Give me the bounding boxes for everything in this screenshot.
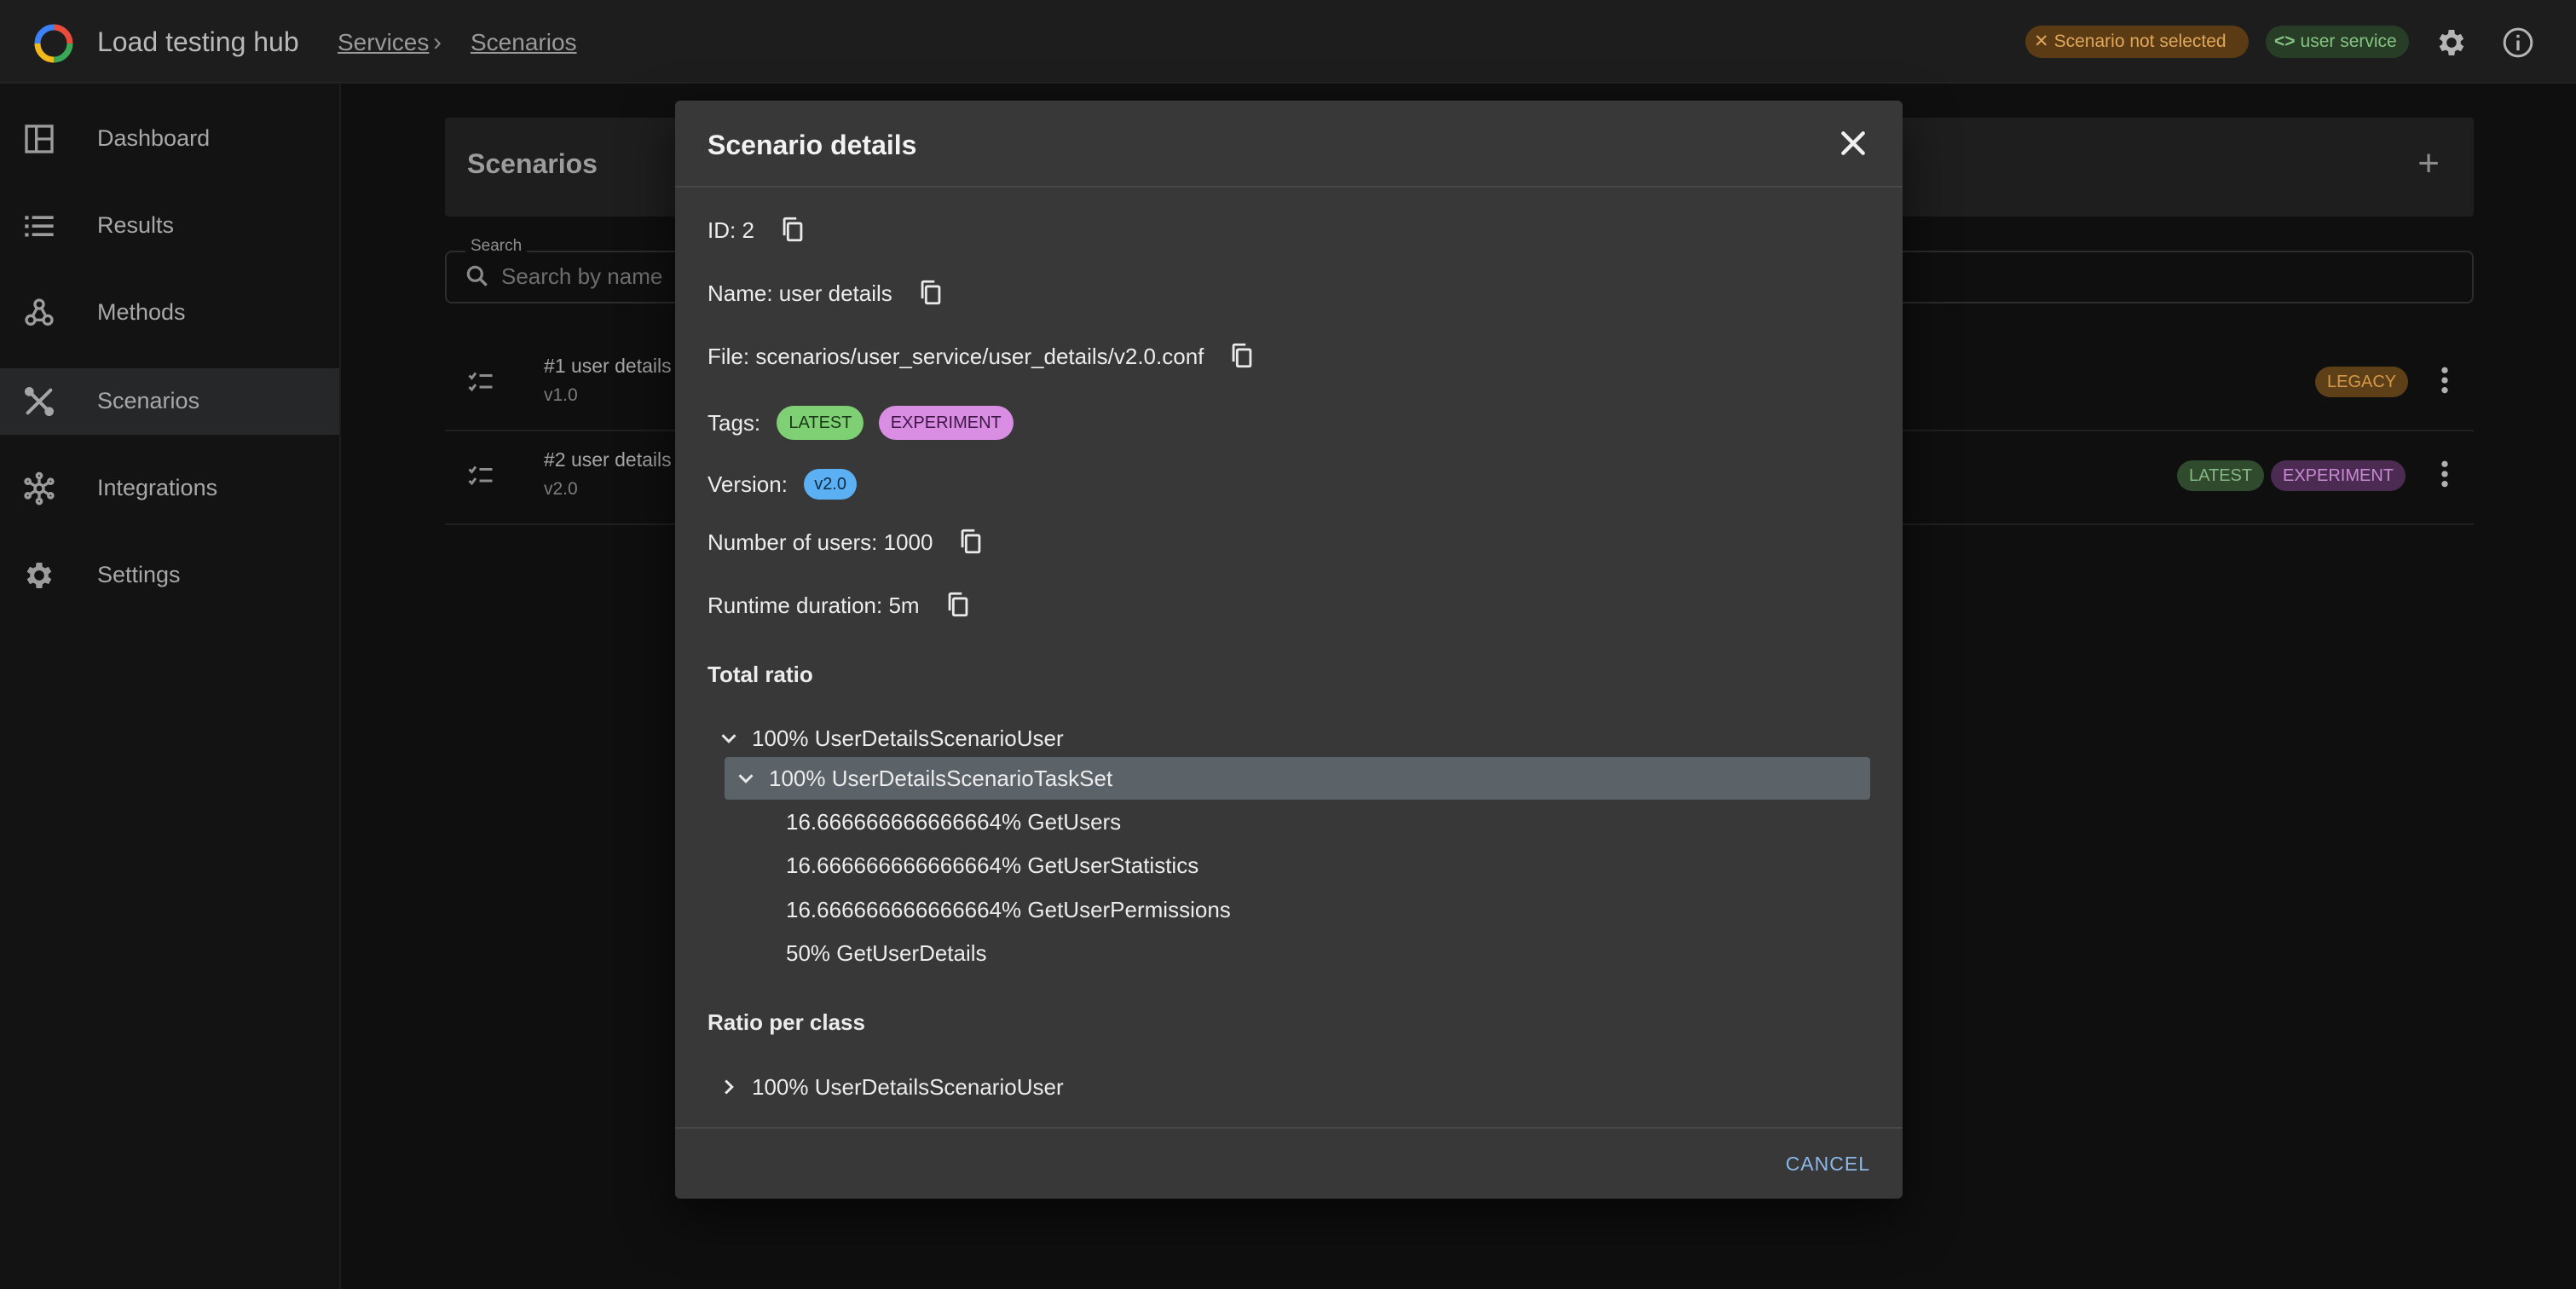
checklist-icon: [468, 465, 493, 486]
sidebar-item-integrations[interactable]: Integrations: [0, 455, 339, 522]
breadcrumb-services[interactable]: Services: [338, 26, 429, 60]
tree-item-task[interactable]: 50% GetUserDetails: [786, 936, 987, 970]
search-placeholder: Search by name: [501, 263, 663, 289]
add-scenario-button[interactable]: +: [2417, 145, 2440, 182]
sidebar: Dashboard Results Methods Scenarios Inte…: [0, 84, 341, 1289]
runtime-field: Runtime duration: 5m: [708, 588, 973, 622]
copy-icon[interactable]: [944, 590, 973, 619]
tree-item-task[interactable]: 16.666666666666664% GetUserPermissions: [786, 893, 1231, 927]
breadcrumb-separator-icon: ›: [433, 28, 442, 56]
search-icon: [466, 265, 488, 286]
copy-icon[interactable]: [778, 215, 807, 244]
experiment-chip: EXPERIMENT: [2271, 460, 2406, 491]
sidebar-item-label: Dashboard: [97, 125, 211, 151]
copy-icon[interactable]: [1227, 341, 1256, 370]
row-version: v2.0: [544, 479, 578, 499]
sidebar-item-settings[interactable]: Settings: [0, 542, 339, 609]
dashboard-icon: [25, 124, 54, 153]
checklist-icon: [468, 372, 493, 392]
row-title: #1 user details: [544, 355, 672, 377]
total-ratio-title: Total ratio: [708, 662, 813, 687]
chevron-down-icon[interactable]: [716, 725, 742, 751]
scenario-status-chip[interactable]: ✕ Scenario not selected: [2025, 26, 2249, 58]
dialog-header: Scenario details: [675, 101, 1903, 188]
list-icon: [25, 216, 54, 237]
experiment-tag: EXPERIMENT: [878, 406, 1014, 441]
file-value: File: scenarios/user_service/user_detail…: [708, 344, 1204, 369]
more-vert-icon[interactable]: [2428, 457, 2462, 491]
users-value: Number of users: 1000: [708, 529, 933, 555]
ratio-per-class-title: Ratio per class: [708, 1009, 865, 1035]
cancel-button[interactable]: CANCEL: [1755, 1147, 1901, 1181]
file-field: File: scenarios/user_service/user_detail…: [708, 339, 1256, 373]
chevron-down-icon[interactable]: [733, 766, 759, 791]
sidebar-item-methods[interactable]: Methods: [0, 280, 339, 346]
dialog-title: Scenario details: [708, 130, 917, 160]
dialog-actions: CANCEL: [675, 1127, 1903, 1199]
tree-item-task[interactable]: 16.666666666666664% GetUsers: [786, 805, 1121, 839]
tree-item-label: 100% UserDetailsScenarioUser: [752, 1074, 1064, 1100]
id-field: ID: 2: [708, 213, 807, 247]
wrench-icon: ✕: [2034, 32, 2049, 51]
info-icon[interactable]: [2501, 26, 2535, 60]
gear-icon: [26, 563, 52, 588]
tree-item-label: 100% UserDetailsScenarioUser: [752, 725, 1064, 751]
breadcrumb-scenarios[interactable]: Scenarios: [471, 26, 577, 60]
sidebar-item-label: Settings: [97, 562, 181, 587]
latest-tag: LATEST: [777, 406, 864, 441]
search-label: Search: [465, 237, 528, 256]
service-chip-label: user service: [2300, 32, 2397, 51]
row-title: #2 user details: [544, 448, 672, 471]
app-title: Load testing hub: [97, 26, 299, 57]
tags-label: Tags:: [708, 410, 761, 436]
id-value: ID: 2: [708, 217, 754, 243]
version-field: Version: v2.0: [708, 467, 857, 501]
top-app-bar: Load testing hub Services › Scenarios ✕ S…: [0, 0, 2576, 84]
sidebar-item-label: Results: [97, 212, 175, 238]
name-value: Name: user details: [708, 280, 892, 306]
app-logo-icon[interactable]: [32, 22, 75, 65]
wrench-icon: [25, 387, 55, 416]
legacy-chip: LEGACY: [2315, 367, 2409, 397]
chevron-right-icon[interactable]: [716, 1074, 742, 1100]
version-label: Version:: [708, 471, 788, 497]
page-title: Scenarios: [467, 148, 598, 179]
runtime-value: Runtime duration: 5m: [708, 592, 920, 618]
gear-icon[interactable]: [2434, 26, 2469, 60]
webhook-icon: [25, 298, 54, 326]
sidebar-item-label: Scenarios: [97, 388, 200, 413]
service-chip[interactable]: <> user service: [2266, 26, 2409, 58]
sidebar-item-scenarios[interactable]: Scenarios: [0, 368, 339, 435]
sidebar-item-label: Integrations: [97, 475, 218, 500]
name-field: Name: user details: [708, 276, 945, 310]
hub-icon: [24, 471, 55, 506]
code-icon: <>: [2274, 32, 2296, 51]
sidebar-item-results[interactable]: Results: [0, 193, 339, 259]
more-vert-icon[interactable]: [2428, 363, 2462, 397]
version-tag: v2.0: [804, 469, 857, 500]
sidebar-item-dashboard[interactable]: Dashboard: [0, 106, 339, 172]
copy-icon[interactable]: [916, 278, 945, 307]
sidebar-item-label: Methods: [97, 299, 186, 325]
copy-icon[interactable]: [956, 527, 985, 556]
scenario-details-dialog: Scenario details ID: 2 Name: user detail…: [675, 101, 1903, 1199]
scenario-status-label: Scenario not selected: [2053, 32, 2227, 51]
tree-item-task[interactable]: 16.666666666666664% GetUserStatistics: [786, 848, 1198, 882]
users-field: Number of users: 1000: [708, 525, 985, 559]
tags-field: Tags: LATEST EXPERIMENT: [708, 406, 1014, 442]
tree-item-label: 100% UserDetailsScenarioTaskSet: [769, 766, 1113, 791]
latest-chip: LATEST: [2177, 460, 2265, 491]
close-icon[interactable]: [1836, 126, 1870, 160]
row-version: v1.0: [544, 385, 578, 405]
